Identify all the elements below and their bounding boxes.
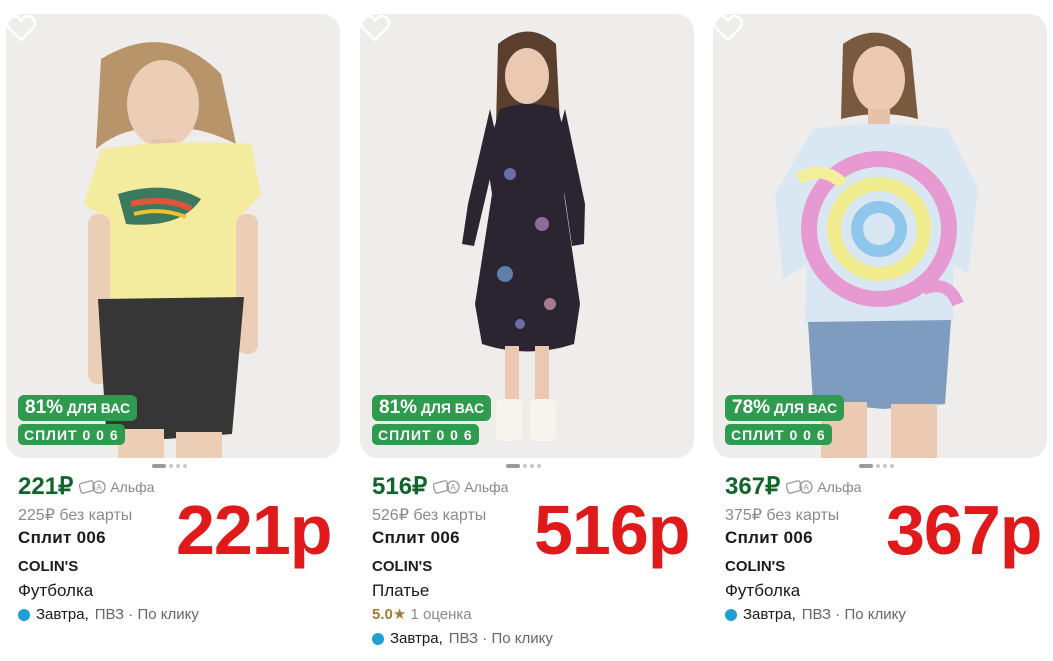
delivery-day: Завтра, — [743, 606, 796, 623]
discount-label: ДЛЯ ВАС — [67, 400, 131, 416]
delivery-info: Завтра, ПВЗ · По клику — [725, 606, 906, 623]
pagination-dot[interactable] — [183, 464, 187, 468]
brand-name[interactable]: COLIN'S — [725, 558, 785, 575]
price-row: 221₽ А Альфа — [18, 472, 154, 501]
discount-badge: 81% ДЛЯ ВАС — [372, 395, 492, 421]
heart-icon[interactable] — [713, 14, 743, 42]
pagination-dot[interactable] — [530, 464, 534, 468]
photo-pagination[interactable] — [859, 464, 894, 468]
price: 367₽ — [725, 473, 781, 500]
rating-count: 1 оценка — [410, 606, 472, 623]
discount-badge: 81% ДЛЯ ВАС — [18, 395, 138, 421]
alfa-card-icon: А — [79, 479, 106, 494]
product-title[interactable]: Футболка — [725, 581, 800, 601]
price: 516₽ — [372, 473, 428, 500]
old-price: 225₽ без карты — [18, 507, 133, 524]
pagination-dot[interactable] — [890, 464, 894, 468]
delivery-method: ПВЗ · По клику — [94, 606, 199, 623]
discount-label: ДЛЯ ВАС — [774, 400, 838, 416]
bank-offer: А Альфа — [786, 479, 861, 495]
product-title[interactable]: Футболка — [18, 581, 93, 601]
product-photo[interactable]: 81% ДЛЯ ВАС СПЛИТ 0 0 6 — [6, 14, 340, 458]
star-icon: ★ — [392, 606, 407, 623]
svg-text:А: А — [804, 483, 810, 492]
heart-icon[interactable] — [360, 14, 390, 42]
pagination-dot[interactable] — [876, 464, 880, 468]
delivery-method: ПВЗ · По клику — [801, 606, 906, 623]
pagination-dot[interactable] — [152, 464, 166, 468]
bank-offer: А Альфа — [79, 479, 154, 495]
photo-pagination[interactable] — [152, 464, 187, 468]
bank-name: Альфа — [817, 478, 862, 495]
price-row: 367₽ А Альфа — [725, 472, 861, 501]
rating[interactable]: 5.0★ 1 оценка — [372, 605, 472, 623]
price: 221₽ — [18, 473, 74, 500]
discount-label: ДЛЯ ВАС — [421, 400, 485, 416]
alfa-card-icon: А — [433, 479, 460, 494]
discount-badge: 78% ДЛЯ ВАС — [725, 395, 845, 421]
pagination-dot[interactable] — [883, 464, 887, 468]
product-photo[interactable]: 81% ДЛЯ ВАС СПЛИТ 0 0 6 — [360, 14, 694, 458]
model-photo-dress — [360, 14, 694, 458]
overlay-price-label: 367р — [886, 491, 1043, 569]
bank-name: Альфа — [464, 478, 509, 495]
delivery-day: Завтра, — [36, 606, 89, 623]
discount-percent: 78% — [732, 397, 771, 418]
pagination-dot[interactable] — [506, 464, 520, 468]
split-badge: СПЛИТ 0 0 6 — [725, 424, 832, 445]
product-title[interactable]: Платье — [372, 581, 429, 601]
price-row: 516₽ А Альфа — [372, 472, 508, 501]
brand-name[interactable]: COLIN'S — [372, 558, 432, 575]
product-photo[interactable]: 78% ДЛЯ ВАС СПЛИТ 0 0 6 — [713, 14, 1047, 458]
delivery-dot-icon — [725, 608, 737, 621]
split-info: Сплит 006 — [18, 528, 106, 547]
old-price: 526₽ без карты — [372, 507, 487, 524]
model-photo-tie-dye — [713, 14, 1047, 458]
heart-icon[interactable] — [6, 14, 36, 42]
overlay-price-label: 516р — [534, 491, 691, 569]
svg-text:А: А — [97, 483, 103, 492]
split-info: Сплит 006 — [725, 528, 813, 547]
pagination-dot[interactable] — [537, 464, 541, 468]
pagination-dot[interactable] — [523, 464, 527, 468]
alfa-card-icon: А — [786, 479, 813, 494]
photo-pagination[interactable] — [506, 464, 541, 468]
brand-name[interactable]: COLIN'S — [18, 558, 78, 575]
discount-percent: 81% — [25, 397, 64, 418]
bank-offer: А Альфа — [433, 479, 508, 495]
delivery-day: Завтра, — [390, 630, 443, 647]
split-badge: СПЛИТ 0 0 6 — [372, 424, 479, 445]
rating-value: 5.0 — [372, 606, 393, 623]
discount-percent: 81% — [379, 397, 418, 418]
split-badge: СПЛИТ 0 0 6 — [18, 424, 125, 445]
bank-name: Альфа — [110, 478, 155, 495]
old-price: 375₽ без карты — [725, 507, 840, 524]
delivery-dot-icon — [18, 608, 30, 621]
overlay-price-label: 221р — [176, 491, 333, 569]
pagination-dot[interactable] — [169, 464, 173, 468]
delivery-info: Завтра, ПВЗ · По клику — [372, 630, 553, 647]
pagination-dot[interactable] — [176, 464, 180, 468]
delivery-dot-icon — [372, 632, 384, 645]
model-photo-tee-shorts — [6, 14, 340, 458]
delivery-method: ПВЗ · По клику — [448, 630, 553, 647]
delivery-info: Завтра, ПВЗ · По клику — [18, 606, 199, 623]
pagination-dot[interactable] — [859, 464, 873, 468]
svg-text:А: А — [451, 483, 457, 492]
split-info: Сплит 006 — [372, 528, 460, 547]
